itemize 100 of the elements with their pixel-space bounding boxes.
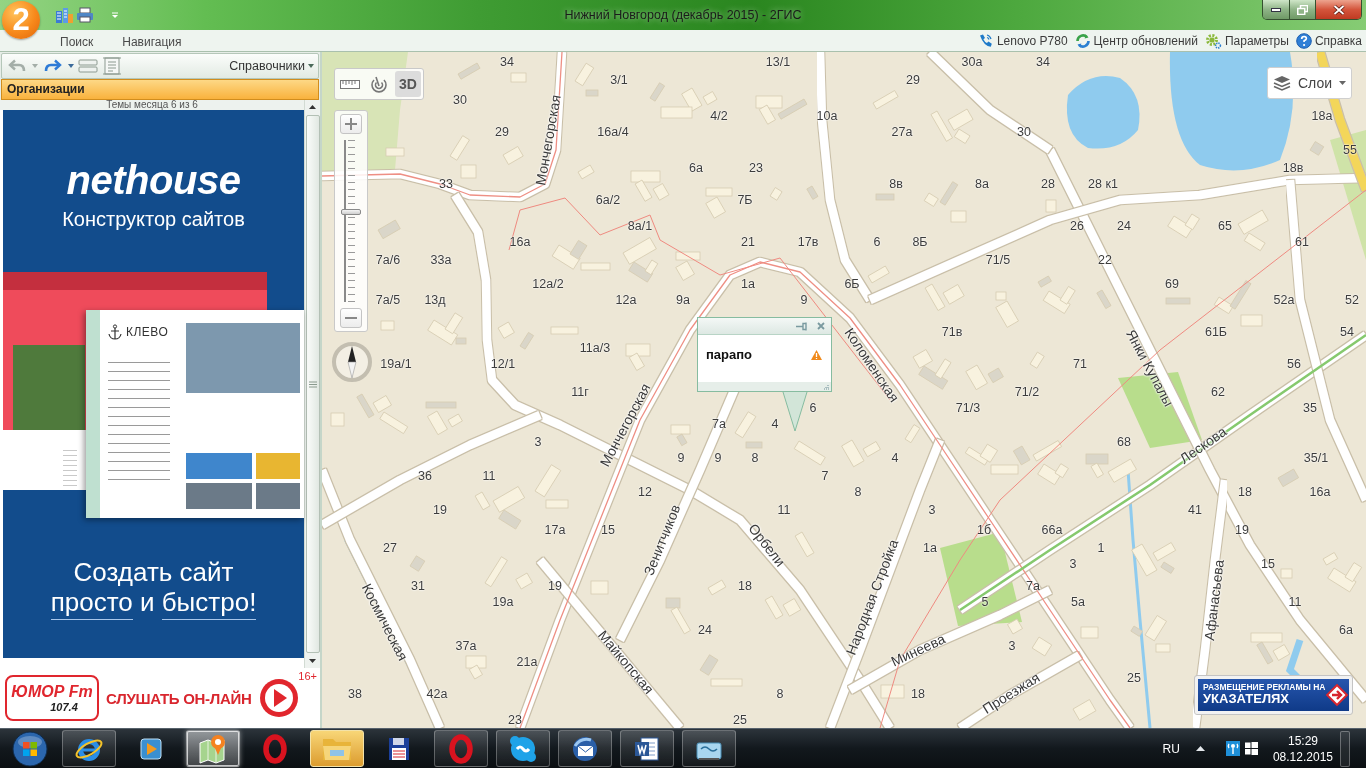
- house-number: 8а: [975, 177, 989, 191]
- house-number: 23: [508, 713, 522, 727]
- house-number: 25: [733, 713, 747, 727]
- age-rating: 16+: [298, 670, 317, 682]
- house-number: 17а: [544, 523, 566, 537]
- house-number: 21: [741, 235, 755, 249]
- house-number: 8: [776, 687, 784, 701]
- house-number: 4/2: [710, 109, 728, 123]
- house-number: 19а/1: [380, 357, 412, 371]
- house-number: 30: [453, 93, 467, 107]
- house-number: 71в: [941, 325, 963, 339]
- house-number: 22: [1098, 253, 1112, 267]
- house-number: 9: [800, 293, 808, 307]
- ad-logo: nethouse: [66, 157, 241, 204]
- house-number: 28: [1041, 177, 1055, 191]
- house-number: 35/1: [1303, 451, 1329, 465]
- house-number: 3: [1008, 639, 1016, 653]
- house-number: 65: [1218, 219, 1232, 233]
- house-number: 29: [906, 73, 920, 87]
- house-number: 3: [1069, 557, 1077, 571]
- house-number: 7: [821, 469, 829, 483]
- house-number: 12/1: [490, 357, 516, 371]
- house-number: 61: [1295, 235, 1309, 249]
- house-number: 37а: [455, 639, 477, 653]
- house-number: 26: [1070, 219, 1084, 233]
- ad-text: РАЗМЕЩЕНИЕ РЕКЛАМЫ НА: [1203, 682, 1326, 693]
- site-logo-text: КЛЕВО: [126, 325, 169, 339]
- ad-slogan: просто и быстро!: [50, 587, 257, 617]
- street-label: Афанасьева: [1201, 558, 1227, 642]
- house-number: 7Б: [737, 193, 753, 207]
- house-number: 25: [1127, 671, 1141, 685]
- house-number: 35: [1303, 401, 1317, 415]
- house-number: 18: [1238, 485, 1252, 499]
- house-number: 1: [1097, 541, 1105, 555]
- house-number: 9: [714, 451, 722, 465]
- house-number: 16а: [1309, 485, 1331, 499]
- house-number: 10а: [816, 109, 838, 123]
- house-number: 52а: [1273, 293, 1295, 307]
- house-number: 30: [1017, 125, 1031, 139]
- house-number: 5а: [1071, 595, 1085, 609]
- house-number: 55: [1343, 143, 1357, 157]
- house-number: 3: [928, 503, 936, 517]
- house-number: 3: [534, 435, 542, 449]
- house-number: 69: [1165, 277, 1179, 291]
- house-number: 6а: [1339, 623, 1353, 637]
- house-number: 12а: [615, 293, 637, 307]
- house-number: 9: [677, 451, 685, 465]
- house-number: 27: [383, 541, 397, 555]
- house-number: 8: [854, 485, 862, 499]
- house-number: 4: [771, 417, 779, 431]
- popup-text: парапо: [706, 347, 753, 363]
- house-number: 11: [777, 503, 791, 517]
- house-number: 6а: [689, 161, 703, 175]
- house-number: 18: [911, 687, 925, 701]
- house-number: 24: [1117, 219, 1131, 233]
- house-number: 29: [495, 125, 509, 139]
- house-number: 7а: [712, 417, 726, 431]
- house-number: 8: [751, 451, 759, 465]
- house-number: 19а: [492, 595, 514, 609]
- house-number: 19: [1235, 523, 1249, 537]
- house-number: 9а: [676, 293, 690, 307]
- house-number: 68: [1117, 435, 1131, 449]
- house-number: 11: [482, 469, 496, 483]
- house-number: 33: [439, 177, 453, 191]
- house-number: 16а: [509, 235, 531, 249]
- house-number: 27а: [891, 125, 913, 139]
- house-number: 11: [1288, 595, 1302, 609]
- house-number: 56: [1287, 357, 1301, 371]
- house-number: 4: [891, 451, 899, 465]
- house-number: 12: [638, 485, 652, 499]
- house-number: 19: [433, 503, 447, 517]
- house-number: 34: [500, 55, 514, 69]
- house-number: 71: [1073, 357, 1087, 371]
- house-number: 19: [548, 579, 562, 593]
- house-number: 42а: [426, 687, 448, 701]
- house-number: 16а/4: [597, 125, 629, 139]
- radio-logo-text: ЮМОР Fm: [11, 683, 93, 701]
- house-number: 18а: [1311, 109, 1333, 123]
- window-title: Нижний Новгород (декабрь 2015) - 2ГИС: [564, 8, 802, 22]
- house-number: 62: [1211, 385, 1225, 399]
- house-number: 36: [418, 469, 432, 483]
- listen-online-text: СЛУШАТЬ ОН-ЛАЙН: [106, 689, 252, 707]
- house-number: 24: [698, 623, 712, 637]
- house-number: 66а: [1041, 523, 1063, 537]
- carousel-caption: Темы месяца 6 из 6: [0, 100, 304, 110]
- ad-title: УКАЗАТЕЛЯХ: [1203, 692, 1291, 708]
- house-number: 6а/2: [595, 193, 621, 207]
- house-number: 33а: [430, 253, 452, 267]
- house-number: 52: [1345, 293, 1359, 307]
- house-number: 54: [1340, 325, 1354, 339]
- house-number: 6Б: [844, 277, 860, 291]
- house-number: 71/5: [985, 253, 1011, 267]
- ad-headline: Создать сайт: [73, 557, 234, 587]
- house-number: 6: [873, 235, 881, 249]
- house-number: 8Б: [912, 235, 928, 249]
- house-number: 7а: [1026, 579, 1040, 593]
- house-number: 1б: [976, 523, 992, 537]
- house-number: 23: [749, 161, 763, 175]
- house-number: 8в: [889, 177, 903, 191]
- house-number: 61Б: [1204, 325, 1228, 339]
